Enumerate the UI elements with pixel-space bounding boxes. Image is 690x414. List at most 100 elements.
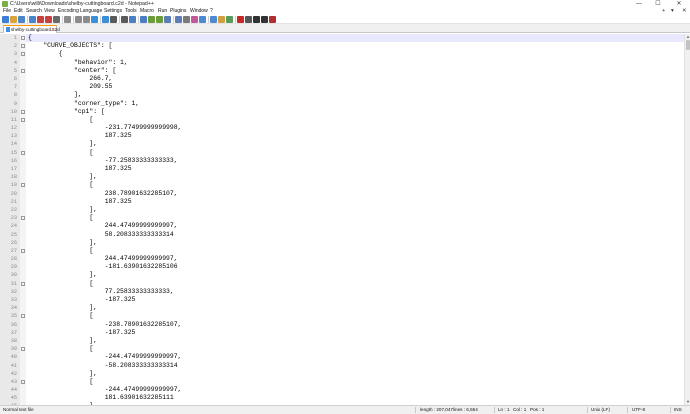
- fold-toggle-icon[interactable]: -: [21, 314, 25, 319]
- code-line[interactable]: 15- [: [0, 149, 684, 157]
- menu-macro[interactable]: Macro: [140, 8, 154, 15]
- vertical-scrollbar[interactable]: ▲ ▼: [684, 34, 690, 405]
- status-insert-mode[interactable]: INS: [674, 406, 682, 414]
- menu-help[interactable]: ?: [210, 8, 213, 15]
- code-text[interactable]: [: [28, 149, 93, 157]
- code-text[interactable]: 244.47499999999997,: [28, 255, 178, 263]
- code-line[interactable]: 20 238.78901632285107,: [0, 190, 684, 198]
- code-text[interactable]: [: [28, 312, 93, 320]
- save-macro-icon[interactable]: [269, 16, 276, 23]
- menu-encoding[interactable]: Encoding: [58, 8, 79, 15]
- fold-toggle-icon[interactable]: -: [21, 109, 25, 114]
- code-line[interactable]: 24 244.47499999999997,: [0, 222, 684, 230]
- zoom-in-icon[interactable]: [129, 16, 136, 23]
- record-macro-icon[interactable]: [237, 16, 244, 23]
- function-list-icon[interactable]: [210, 16, 217, 23]
- copy-icon[interactable]: [75, 16, 82, 23]
- udl-icon[interactable]: [191, 16, 198, 23]
- code-text[interactable]: "corner_type": 1,: [28, 100, 139, 108]
- menu-file[interactable]: File: [3, 8, 11, 15]
- code-text[interactable]: 238.78901632285107,: [28, 190, 178, 198]
- new-file-icon[interactable]: [2, 16, 9, 23]
- code-text[interactable]: [: [28, 116, 93, 124]
- code-text[interactable]: ],: [28, 173, 97, 181]
- code-line[interactable]: 13 187.325: [0, 132, 684, 140]
- code-text[interactable]: -231.77499999999998,: [28, 124, 182, 132]
- code-text[interactable]: 187.325: [28, 165, 132, 173]
- code-text[interactable]: [: [28, 214, 93, 222]
- code-text[interactable]: 181.63901632285111: [28, 394, 174, 402]
- redo-icon[interactable]: [102, 16, 109, 23]
- code-text[interactable]: [: [28, 378, 93, 386]
- code-line[interactable]: 18 ],: [0, 173, 684, 181]
- tab-list-dropdown[interactable]: ▾: [671, 8, 674, 15]
- close-window-button[interactable]: ✕: [672, 0, 686, 8]
- code-text[interactable]: ],: [28, 337, 97, 345]
- code-line[interactable]: 42 ],: [0, 370, 684, 378]
- code-text[interactable]: {: [28, 50, 63, 58]
- code-line[interactable]: 14 ],: [0, 140, 684, 148]
- fold-toggle-icon[interactable]: -: [21, 150, 25, 155]
- menu-plugins[interactable]: Plugins: [170, 8, 186, 15]
- code-line[interactable]: 17 187.325: [0, 165, 684, 173]
- maximize-button[interactable]: ☐: [651, 0, 665, 8]
- code-text[interactable]: [: [28, 247, 93, 255]
- code-line[interactable]: 34 ],: [0, 304, 684, 312]
- code-text[interactable]: 266.7,: [28, 75, 112, 83]
- editor[interactable]: 1-{2- "CURVE_OBJECTS": [3- {4 "behavior"…: [0, 34, 690, 405]
- code-line[interactable]: 43- [: [0, 378, 684, 386]
- code-text[interactable]: -181.63901632285106: [28, 263, 178, 271]
- code-line[interactable]: 2- "CURVE_OBJECTS": [: [0, 42, 684, 50]
- minimize-button[interactable]: —: [632, 0, 646, 8]
- code-line[interactable]: 16 -77.25833333333333,: [0, 157, 684, 165]
- fold-toggle-icon[interactable]: -: [21, 52, 25, 57]
- open-file-icon[interactable]: [10, 16, 17, 23]
- fold-toggle-icon[interactable]: -: [21, 36, 25, 40]
- folder-workspace-icon[interactable]: [218, 16, 225, 23]
- replace-icon[interactable]: [121, 16, 128, 23]
- fold-toggle-icon[interactable]: -: [21, 281, 25, 286]
- code-line[interactable]: 10- "cp1": [: [0, 108, 684, 116]
- status-eol[interactable]: Unix (LF): [591, 406, 610, 414]
- code-text[interactable]: -77.25833333333333,: [28, 157, 178, 165]
- code-line[interactable]: 25 58.208333333333314: [0, 231, 684, 239]
- code-text[interactable]: -244.47499999999997,: [28, 386, 182, 394]
- fold-toggle-icon[interactable]: -: [21, 183, 25, 188]
- code-lines[interactable]: 1-{2- "CURVE_OBJECTS": [3- {4 "behavior"…: [0, 34, 684, 405]
- menu-tools[interactable]: Tools: [125, 8, 137, 15]
- code-text[interactable]: ],: [28, 206, 97, 214]
- code-text[interactable]: ],: [28, 304, 97, 312]
- code-line[interactable]: 1-{: [0, 34, 684, 42]
- paste-icon[interactable]: [83, 16, 90, 23]
- fold-toggle-icon[interactable]: -: [21, 379, 25, 384]
- undo-icon[interactable]: [91, 16, 98, 23]
- code-text[interactable]: [: [28, 181, 93, 189]
- code-text[interactable]: ],: [28, 239, 97, 247]
- code-line[interactable]: 45 181.63901632285111: [0, 394, 684, 402]
- code-text[interactable]: -244.47499999999997,: [28, 353, 182, 361]
- code-line[interactable]: 35- [: [0, 312, 684, 320]
- menu-window[interactable]: Window: [190, 8, 208, 15]
- menu-view[interactable]: View: [44, 8, 55, 15]
- menu-edit[interactable]: Edit: [14, 8, 23, 15]
- fold-toggle-icon[interactable]: -: [21, 68, 25, 73]
- save-all-icon[interactable]: [29, 16, 36, 23]
- code-line[interactable]: 12 -231.77499999999998,: [0, 124, 684, 132]
- play-macro-icon[interactable]: [253, 16, 260, 23]
- sync-h-icon[interactable]: [156, 16, 163, 23]
- code-text[interactable]: 187.325: [28, 132, 132, 140]
- fold-toggle-icon[interactable]: -: [21, 347, 25, 352]
- code-line[interactable]: 31- [: [0, 280, 684, 288]
- zoom-out-icon[interactable]: [140, 16, 147, 23]
- code-text[interactable]: [: [28, 280, 93, 288]
- code-line[interactable]: 9 "corner_type": 1,: [0, 100, 684, 108]
- close-all-icon[interactable]: [45, 16, 52, 23]
- code-text[interactable]: -238.78901632285107,: [28, 321, 182, 329]
- code-text[interactable]: 244.47499999999997,: [28, 222, 178, 230]
- code-line[interactable]: 39- [: [0, 345, 684, 353]
- code-line[interactable]: 6 266.7,: [0, 75, 684, 83]
- code-line[interactable]: 27- [: [0, 247, 684, 255]
- code-text[interactable]: 187.325: [28, 198, 132, 206]
- print-icon[interactable]: [53, 16, 60, 23]
- code-line[interactable]: 29 -181.63901632285106: [0, 263, 684, 271]
